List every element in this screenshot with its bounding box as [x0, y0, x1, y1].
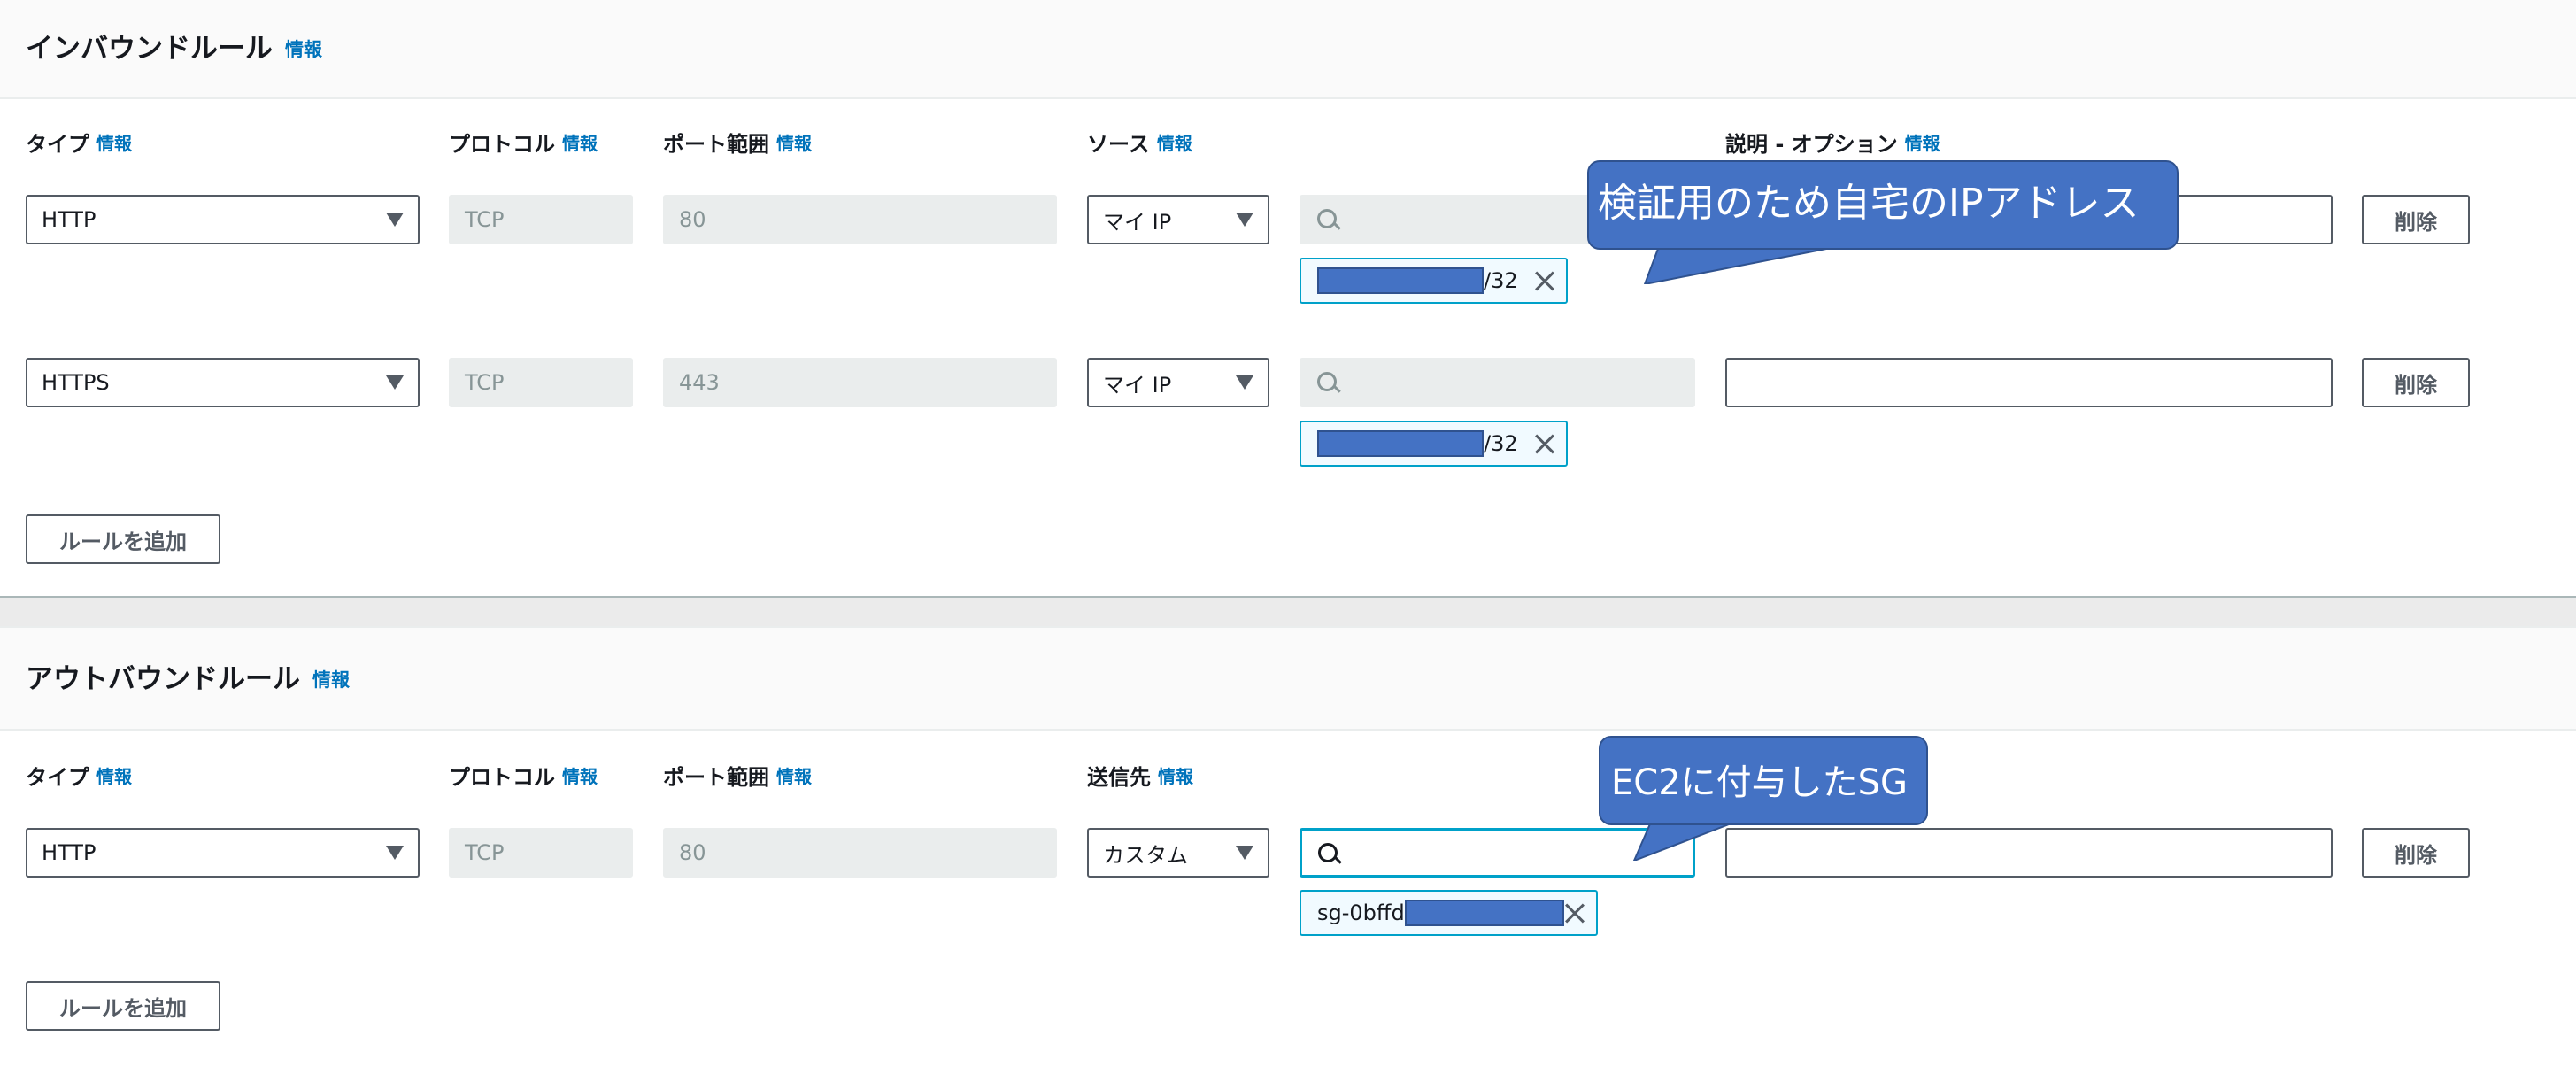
destination-value: カスタム: [1103, 842, 1188, 868]
panel-title: アウトバウンドルール 情報: [26, 656, 350, 696]
delete-rule-button[interactable]: 削除: [2362, 195, 2470, 244]
outbound-title: アウトバウンドルール: [26, 663, 300, 695]
source-select[interactable]: マイ IP: [1087, 358, 1269, 407]
type-select[interactable]: HTTPS: [26, 358, 420, 407]
info-link[interactable]: 情報: [776, 133, 812, 154]
info-link[interactable]: 情報: [285, 39, 322, 60]
close-icon[interactable]: [1564, 903, 1585, 924]
source-select[interactable]: マイ IP: [1087, 195, 1269, 244]
caret-down-icon: [1236, 846, 1253, 860]
info-link[interactable]: 情報: [776, 766, 812, 787]
destination-select[interactable]: カスタム: [1087, 828, 1269, 878]
cidr-search-input[interactable]: [1300, 358, 1695, 407]
protocol-field: TCP: [449, 358, 633, 407]
callout-text: EC2に付与したSG: [1611, 762, 1909, 803]
info-link[interactable]: 情報: [96, 766, 132, 787]
outbound-callout: EC2に付与したSG: [1599, 736, 1928, 861]
type-select[interactable]: HTTP: [26, 828, 420, 878]
cidr-token: /32: [1300, 258, 1568, 304]
type-select[interactable]: HTTP: [26, 195, 420, 244]
sg-prefix: sg-0bffd: [1317, 901, 1405, 925]
close-icon[interactable]: [1534, 434, 1555, 455]
cidr-suffix: /32: [1484, 268, 1518, 293]
info-link[interactable]: 情報: [562, 133, 598, 154]
source-value: マイ IP: [1103, 209, 1172, 235]
caret-down-icon: [1236, 375, 1253, 390]
info-link[interactable]: 情報: [562, 766, 598, 787]
cidr-suffix: /32: [1484, 431, 1518, 456]
inbound-callout: 検証用のため自宅のIPアドレス: [1587, 160, 2179, 284]
port-range-field: 80: [663, 195, 1057, 244]
redacted-ip: [1317, 267, 1484, 294]
cidr-token: /32: [1300, 421, 1568, 467]
search-icon: [1317, 372, 1337, 391]
col-port-label: ポート範囲 情報: [663, 132, 812, 157]
caret-down-icon: [1236, 213, 1253, 227]
col-protocol-label: プロトコル 情報: [449, 765, 598, 790]
info-link[interactable]: 情報: [312, 669, 350, 691]
info-link[interactable]: 情報: [1905, 133, 1940, 154]
type-value: HTTP: [42, 840, 96, 865]
col-type-label: タイプ 情報: [26, 132, 132, 157]
col-destination-label: 送信先 情報: [1087, 765, 1193, 790]
info-link[interactable]: 情報: [1157, 133, 1192, 154]
callout-text: 検証用のため自宅のIPアドレス: [1598, 181, 2140, 226]
caret-down-icon: [386, 375, 404, 390]
caret-down-icon: [386, 213, 404, 227]
protocol-field: TCP: [449, 195, 633, 244]
col-type-label: タイプ 情報: [26, 765, 132, 790]
delete-rule-button[interactable]: 削除: [2362, 828, 2470, 878]
redacted-ip: [1317, 430, 1484, 457]
col-description-label: 説明 - オプション 情報: [1725, 132, 1940, 157]
port-range-field: 443: [663, 358, 1057, 407]
info-link[interactable]: 情報: [1158, 766, 1193, 787]
inbound-title: インバウンドルール: [26, 33, 273, 65]
port-range-field: 80: [663, 828, 1057, 878]
close-icon[interactable]: [1534, 271, 1555, 292]
add-rule-button[interactable]: ルールを追加: [26, 514, 220, 564]
search-icon: [1317, 209, 1337, 228]
type-value: HTTPS: [42, 370, 110, 395]
security-group-token: sg-0bffd: [1300, 890, 1598, 936]
outbound-rules-panel: アウトバウンドルール 情報 タイプ 情報 プロトコル 情報 ポート範囲 情報 送信先 情報…: [0, 626, 2576, 1067]
redacted-sg-id: [1404, 900, 1564, 926]
search-icon: [1318, 843, 1338, 862]
col-protocol-label: プロトコル 情報: [449, 132, 598, 157]
type-value: HTTP: [42, 207, 96, 232]
panel-title: インバウンドルール 情報: [26, 26, 322, 66]
outbound-panel-header: アウトバウンドルール 情報: [0, 628, 2576, 731]
description-input[interactable]: [1725, 358, 2333, 407]
inbound-rules-panel: インバウンドルール 情報 タイプ 情報 プロトコル 情報 ポート範囲 情報 ソース 情報 …: [0, 0, 2576, 598]
caret-down-icon: [386, 846, 404, 860]
add-rule-button[interactable]: ルールを追加: [26, 981, 220, 1031]
protocol-field: TCP: [449, 828, 633, 878]
info-link[interactable]: 情報: [96, 133, 132, 154]
delete-rule-button[interactable]: 削除: [2362, 358, 2470, 407]
security-group-rules-editor: インバウンドルール 情報 タイプ 情報 プロトコル 情報 ポート範囲 情報 ソース 情報 …: [0, 0, 2576, 1067]
col-source-label: ソース 情報: [1087, 132, 1192, 157]
col-port-label: ポート範囲 情報: [663, 765, 812, 790]
inbound-panel-header: インバウンドルール 情報: [0, 0, 2576, 99]
source-value: マイ IP: [1103, 372, 1172, 398]
